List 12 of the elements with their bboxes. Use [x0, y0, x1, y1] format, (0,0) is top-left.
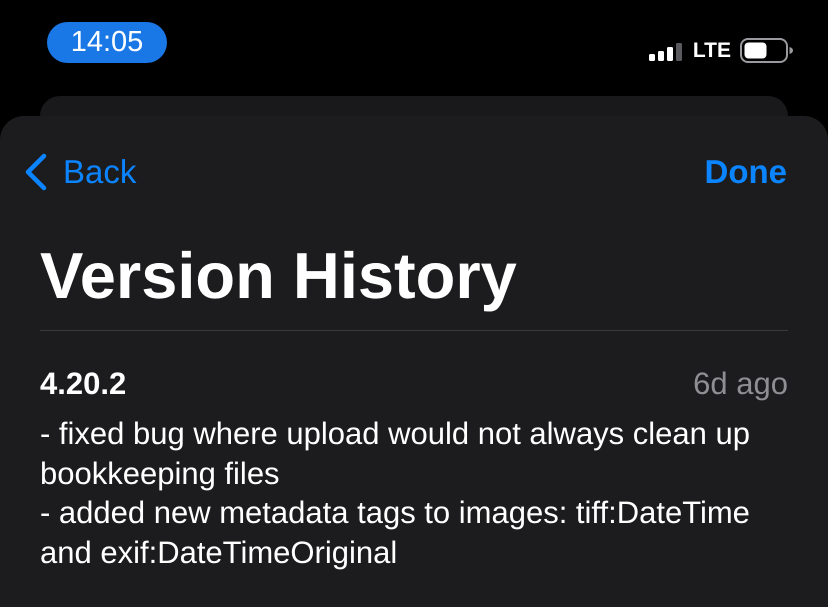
- done-button[interactable]: Done: [704, 152, 787, 192]
- release-note: - added new metadata tags to images: tiff:DateTime and exif:DateTimeOriginal: [40, 494, 751, 572]
- version-number: 4.20.2: [40, 365, 126, 402]
- release-date: 6d ago: [693, 365, 788, 402]
- status-time[interactable]: 14:05: [47, 22, 167, 63]
- back-button[interactable]: Back: [24, 152, 136, 192]
- chevron-left-icon: [24, 153, 47, 191]
- release-note: - fixed bug where upload would not always clean up bookkeeping files: [40, 415, 752, 492]
- battery-icon: [740, 38, 793, 63]
- network-type: LTE: [692, 40, 731, 61]
- page-title: Version History: [40, 238, 518, 314]
- signal-icon: [648, 42, 684, 60]
